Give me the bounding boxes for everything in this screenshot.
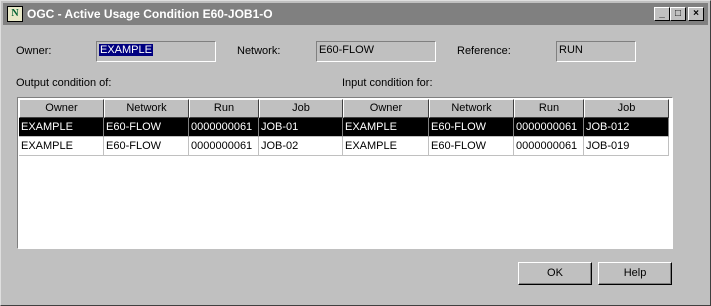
table-cell: E60-FLOW [429, 137, 514, 156]
table-cell: EXAMPLE [19, 118, 104, 137]
column-header-job[interactable]: Job [259, 99, 343, 118]
close-button[interactable]: × [688, 7, 704, 21]
maximize-button[interactable]: □ [670, 7, 686, 21]
table-row[interactable]: EXAMPLE E60-FLOW 0000000061 JOB-01 EXAMP… [19, 118, 669, 137]
network-label: Network: [237, 45, 281, 57]
table-cell: E60-FLOW [429, 118, 514, 137]
window-title: OGC - Active Usage Condition E60-JOB1-O [27, 7, 273, 21]
column-header-run[interactable]: Run [189, 99, 259, 118]
table-cell: EXAMPLE [343, 118, 429, 137]
column-header-owner[interactable]: Owner [343, 99, 429, 118]
column-header-run[interactable]: Run [514, 99, 584, 118]
table-cell: JOB-02 [259, 137, 343, 156]
table-cell: 0000000061 [189, 118, 259, 137]
dialog-window: N OGC - Active Usage Condition E60-JOB1-… [0, 0, 711, 306]
column-header-job[interactable]: Job [584, 99, 669, 118]
reference-field[interactable]: RUN [556, 41, 636, 62]
table-cell: E60-FLOW [104, 137, 189, 156]
ok-button[interactable]: OK [518, 262, 592, 285]
table-cell: 0000000061 [189, 137, 259, 156]
column-header-network[interactable]: Network [104, 99, 189, 118]
table-header: Owner Network Run Job Owner Network Run … [19, 99, 669, 118]
minimize-button[interactable]: _ [654, 7, 670, 21]
column-header-network[interactable]: Network [429, 99, 514, 118]
reference-label: Reference: [457, 45, 511, 57]
table-cell: E60-FLOW [104, 118, 189, 137]
condition-table[interactable]: Owner Network Run Job Owner Network Run … [17, 97, 673, 249]
network-field[interactable]: E60-FLOW [316, 41, 436, 62]
table-cell: JOB-012 [584, 118, 669, 137]
title-bar[interactable]: N OGC - Active Usage Condition E60-JOB1-… [3, 3, 708, 25]
table-cell: JOB-019 [584, 137, 669, 156]
table-cell: JOB-01 [259, 118, 343, 137]
maximize-icon: □ [674, 8, 682, 19]
table-cell: EXAMPLE [19, 137, 104, 156]
minimize-icon: _ [659, 8, 665, 19]
column-header-owner[interactable]: Owner [19, 99, 104, 118]
close-icon: × [693, 8, 699, 19]
output-condition-label: Output condition of: [16, 77, 112, 89]
help-button[interactable]: Help [598, 262, 672, 285]
table-cell: EXAMPLE [343, 137, 429, 156]
table-row[interactable]: EXAMPLE E60-FLOW 0000000061 JOB-02 EXAMP… [19, 137, 669, 156]
owner-field[interactable]: EXAMPLE [96, 41, 216, 62]
table-cell: 0000000061 [514, 118, 584, 137]
owner-value: EXAMPLE [99, 44, 153, 56]
table-cell: 0000000061 [514, 137, 584, 156]
owner-label: Owner: [16, 45, 52, 57]
input-condition-label: Input condition for: [342, 77, 433, 89]
app-icon: N [7, 6, 23, 22]
